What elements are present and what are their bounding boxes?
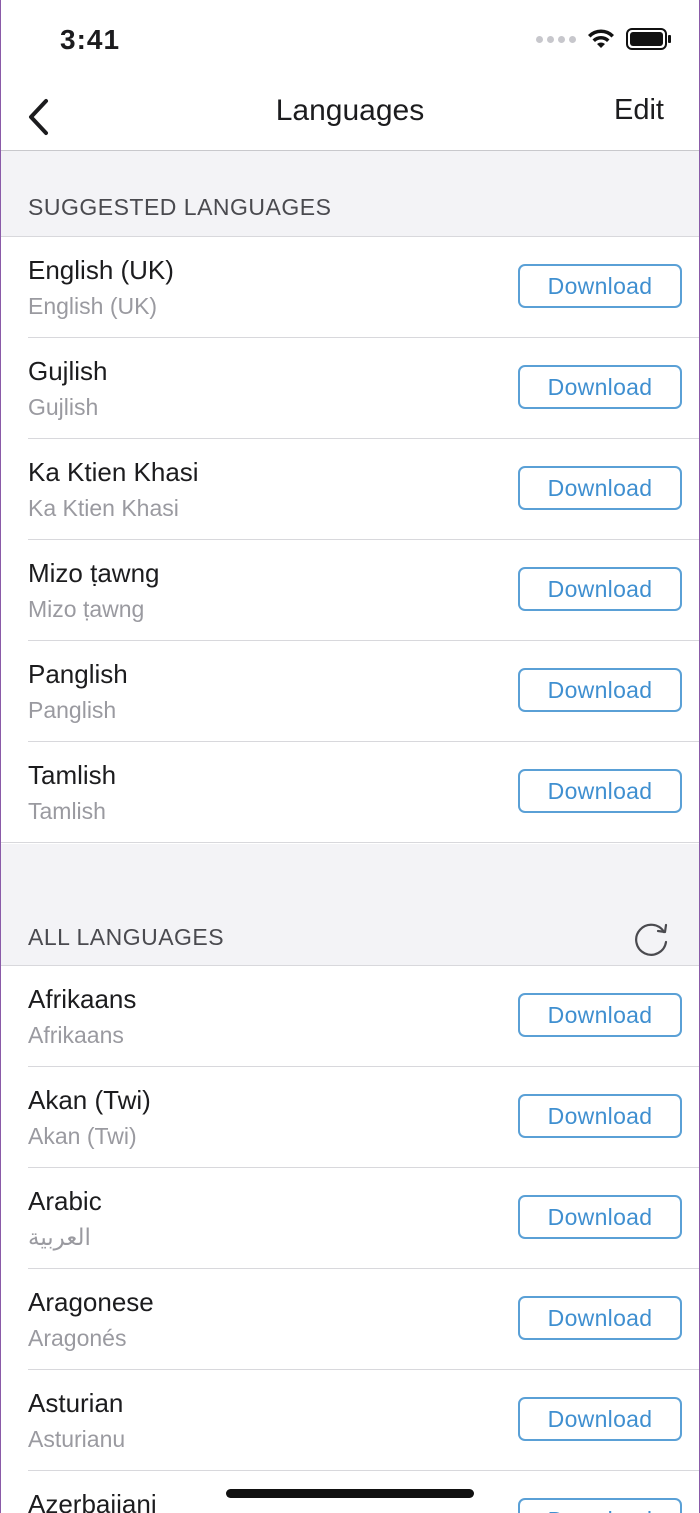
- language-name: Asturian: [28, 1388, 124, 1418]
- language-row[interactable]: Panglish Panglish Download: [0, 641, 700, 742]
- language-row[interactable]: Asturian Asturianu Download: [0, 1370, 700, 1471]
- language-native-name: Afrikaans: [28, 1022, 124, 1048]
- page-title: Languages: [275, 94, 425, 127]
- download-button[interactable]: Download: [518, 264, 682, 308]
- download-button[interactable]: Download: [518, 1498, 682, 1513]
- section-label: ALL LANGUAGES: [28, 924, 225, 950]
- language-name: Aragonese: [28, 1287, 154, 1317]
- download-button[interactable]: Download: [518, 668, 682, 712]
- language-row[interactable]: Tamlish Tamlish Download: [0, 742, 700, 843]
- language-name: Tamlish: [28, 760, 117, 790]
- language-native-name: Mizo ṭawng: [28, 596, 145, 622]
- status-time: 3:41: [60, 24, 121, 55]
- battery-icon: [626, 28, 671, 50]
- download-button[interactable]: Download: [518, 1296, 682, 1340]
- edit-button[interactable]: Edit: [614, 94, 664, 127]
- language-native-name: Panglish: [28, 697, 117, 723]
- language-row[interactable]: English (UK) English (UK) Download: [0, 237, 700, 338]
- language-name: Mizo ṭawng: [28, 558, 160, 588]
- language-name: Akan (Twi): [28, 1085, 151, 1115]
- status-bar: 3:41: [0, 0, 700, 84]
- language-native-name: English (UK): [28, 293, 158, 319]
- download-button[interactable]: Download: [518, 1195, 682, 1239]
- signal-icon: [536, 35, 576, 43]
- language-name: Arabic: [28, 1186, 102, 1216]
- language-native-name: Tamlish: [28, 798, 106, 824]
- language-row[interactable]: Akan (Twi) Akan (Twi) Download: [0, 1067, 700, 1168]
- section-label: SUGGESTED LANGUAGES: [28, 194, 332, 220]
- refresh-icon[interactable]: [630, 918, 672, 960]
- download-button[interactable]: Download: [518, 1094, 682, 1138]
- navigation-bar: Languages Edit: [0, 84, 700, 151]
- language-name: English (UK): [28, 255, 174, 285]
- language-row[interactable]: Aragonese Aragonés Download: [0, 1269, 700, 1370]
- language-name: Afrikaans: [28, 984, 137, 1014]
- download-button[interactable]: Download: [518, 993, 682, 1037]
- language-native-name: Ka Ktien Khasi: [28, 495, 179, 521]
- language-name: Gujlish: [28, 356, 108, 386]
- language-row[interactable]: Mizo ṭawng Mizo ṭawng Download: [0, 540, 700, 641]
- language-row[interactable]: Arabic العربية Download: [0, 1168, 700, 1269]
- home-indicator[interactable]: [226, 1489, 474, 1498]
- language-native-name: العربية: [28, 1224, 91, 1250]
- language-name: Ka Ktien Khasi: [28, 457, 199, 487]
- language-name: Panglish: [28, 659, 128, 689]
- language-row[interactable]: Gujlish Gujlish Download: [0, 338, 700, 439]
- language-native-name: Gujlish: [28, 394, 99, 420]
- language-native-name: Asturianu: [28, 1426, 126, 1452]
- language-row[interactable]: Afrikaans Afrikaans Download: [0, 966, 700, 1067]
- language-row[interactable]: Ka Ktien Khasi Ka Ktien Khasi Download: [0, 439, 700, 540]
- language-name: Azerbaijani: [28, 1489, 157, 1513]
- language-native-name: Aragonés: [28, 1325, 127, 1351]
- language-native-name: Akan (Twi): [28, 1123, 137, 1149]
- download-button[interactable]: Download: [518, 365, 682, 409]
- status-icons: [536, 28, 672, 50]
- wifi-icon: [588, 29, 614, 48]
- suggested-languages-header: SUGGESTED LANGUAGES: [0, 151, 700, 237]
- download-button[interactable]: Download: [518, 1397, 682, 1441]
- download-button[interactable]: Download: [518, 769, 682, 813]
- download-button[interactable]: Download: [518, 567, 682, 611]
- download-button[interactable]: Download: [518, 466, 682, 510]
- all-languages-header: ALL LANGUAGES: [0, 844, 700, 966]
- divider: [0, 842, 700, 843]
